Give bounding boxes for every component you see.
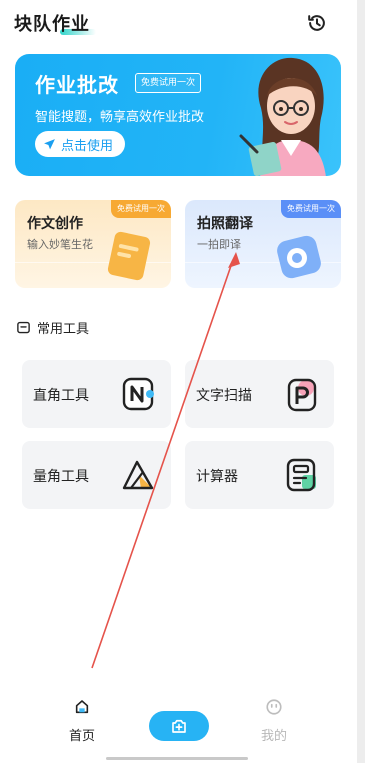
nav-home-label: 首页 — [68, 729, 95, 744]
bottom-nav: 首页 我的 — [0, 683, 357, 763]
toolbox-icon — [17, 321, 30, 334]
free-trial-badge: 免费试用一次 — [281, 200, 341, 218]
nav-home-tab[interactable]: 首页 — [60, 697, 104, 744]
scrollbar[interactable] — [357, 0, 365, 763]
camera-capture-button[interactable] — [149, 711, 209, 741]
profile-face-icon — [266, 699, 282, 715]
home-icon — [75, 700, 89, 714]
tool-calculator[interactable]: 计算器 — [185, 441, 334, 509]
nav-mine-label: 我的 — [260, 729, 287, 744]
essay-writing-card[interactable]: 免费试用一次 作文创作 输入妙笔生花 — [15, 200, 171, 288]
card-subtitle: 一拍即译 — [197, 238, 241, 251]
banner-title: 作业批改 — [35, 73, 119, 97]
tool-right-angle[interactable]: 直角工具 — [22, 360, 171, 428]
nav-mine-tab[interactable]: 我的 — [254, 697, 294, 744]
notebook-icon — [107, 231, 151, 281]
tool-label: 文字扫描 — [196, 388, 252, 404]
send-icon — [44, 138, 55, 149]
use-now-label: 点击使用 — [61, 138, 114, 154]
text-scan-icon — [287, 378, 317, 412]
calculator-icon — [286, 458, 316, 492]
teacher-illustration — [239, 57, 326, 176]
use-now-button[interactable]: 点击使用 — [35, 131, 126, 157]
free-trial-badge: 免费试用一次 — [111, 200, 171, 218]
photo-translate-card[interactable]: 免费试用一次 拍照翻译 一拍即译 — [185, 200, 341, 288]
tools-section-header: 常用工具 — [16, 318, 89, 337]
homework-correction-banner[interactable]: 作业批改 免费试用一次 智能搜题，畅享高效作业批改 点击使用 — [15, 54, 341, 176]
card-title: 拍照翻译 — [197, 216, 253, 232]
tool-text-scan[interactable]: 文字扫描 — [185, 360, 334, 428]
right-angle-tool-icon — [122, 377, 154, 411]
home-indicator — [106, 757, 248, 760]
tool-label: 直角工具 — [33, 388, 89, 404]
tool-protractor[interactable]: 量角工具 — [22, 441, 171, 509]
header: 块队作业 — [0, 0, 357, 46]
camera-lens-icon — [277, 235, 321, 279]
camera-plus-icon — [172, 719, 186, 733]
app-title: 块队作业 — [14, 14, 90, 35]
history-icon[interactable] — [306, 12, 328, 34]
tool-label: 计算器 — [196, 469, 238, 485]
section-title: 常用工具 — [37, 322, 90, 337]
protractor-icon — [122, 460, 154, 490]
banner-subtitle: 智能搜题，畅享高效作业批改 — [35, 110, 205, 125]
tool-label: 量角工具 — [33, 469, 89, 485]
card-subtitle: 输入妙笔生花 — [27, 238, 93, 251]
card-title: 作文创作 — [27, 216, 83, 232]
free-trial-badge: 免费试用一次 — [135, 73, 202, 93]
